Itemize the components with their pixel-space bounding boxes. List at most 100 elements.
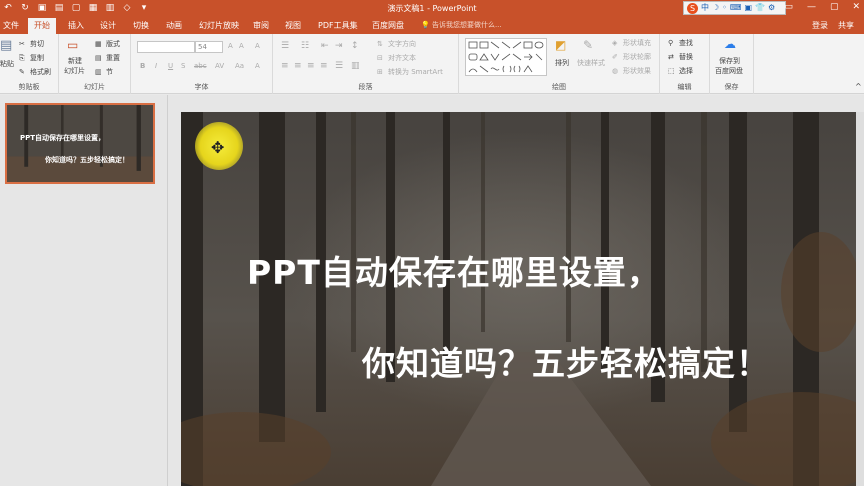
align-text-button[interactable]: ⊟ 对齐文本	[377, 53, 416, 63]
tab-pdf-tools[interactable]: PDF工具集	[318, 19, 358, 32]
copy-button[interactable]: ⎘ 复制	[19, 53, 44, 63]
title-bar: ↶ ↻ ▣ ▤ ▢ ▦ ▥ ◇ ▾ 演示文稿1 - PowerPoint S 中…	[0, 0, 864, 17]
arrange-button[interactable]: 排列	[555, 58, 569, 68]
tab-home[interactable]: 开始	[28, 18, 56, 34]
copy-icon: ⎘	[19, 54, 25, 62]
find-label: 查找	[679, 39, 693, 47]
slide-thumbnail-1[interactable]: PPT自动保存在哪里设置， 你知道吗？五步轻松搞定！	[5, 103, 155, 184]
quick-styles-button[interactable]: 快速样式	[577, 58, 605, 68]
tab-design[interactable]: 设计	[100, 19, 116, 32]
shadow-text-button[interactable]: S	[181, 62, 185, 70]
clear-format-button[interactable]: A	[255, 42, 260, 50]
shape-fill-button[interactable]: ◈ 形状填充	[612, 38, 651, 48]
slide-title-line2[interactable]: 你知道吗？五步轻松搞定！	[362, 337, 770, 385]
reset-icon: ▤	[95, 54, 102, 62]
punctuation-icon[interactable]: ◦	[722, 2, 727, 14]
font-name-combo[interactable]	[137, 41, 195, 53]
tab-insert[interactable]: 插入	[68, 19, 84, 32]
bold-button[interactable]: B	[140, 62, 145, 70]
new-slide-button[interactable]: 新建	[68, 56, 82, 66]
tab-file[interactable]: 文件	[3, 19, 19, 32]
columns-icon[interactable]: ▥	[351, 61, 360, 71]
align-text-label: 对齐文本	[388, 54, 416, 62]
scissors-icon: ✂	[19, 40, 25, 48]
paste-button[interactable]: 粘贴	[0, 59, 14, 69]
ribbon-display-icon[interactable]: ▭	[784, 2, 793, 12]
save-to-button[interactable]: 保存到	[719, 56, 740, 66]
baidu-cloud-icon[interactable]: ☁	[724, 37, 736, 51]
bullets-icon[interactable]: ☰	[281, 41, 289, 51]
replace-button[interactable]: ⇄ 替换	[668, 52, 693, 62]
format-painter-button[interactable]: ✎ 格式刷	[19, 67, 51, 77]
tab-review[interactable]: 审阅	[253, 19, 269, 32]
select-icon: ⬚	[668, 67, 675, 75]
shrink-font-button[interactable]: A	[239, 42, 244, 50]
tab-animations[interactable]: 动画	[166, 19, 182, 32]
thumbnail-background	[7, 105, 153, 182]
minimize-icon[interactable]: —	[807, 2, 816, 12]
vertical-scrollbar[interactable]	[856, 112, 864, 486]
clipboard-label: 剪贴板	[18, 83, 40, 91]
tab-transitions[interactable]: 切换	[133, 19, 149, 32]
new-slide-icon[interactable]: ▭	[67, 38, 78, 52]
section-button[interactable]: ▥ 节	[95, 67, 113, 77]
font-size-combo[interactable]: 54	[195, 41, 223, 53]
reset-button[interactable]: ▤ 重置	[95, 53, 120, 63]
drawing-group: ◩ 排列 ✎ 快速样式 ◈ 形状填充 ✐ 形状轮廓 ◍ 形状效果 绘图	[459, 34, 660, 94]
chinese-mode-icon[interactable]: 中	[701, 2, 709, 14]
align-left-icon[interactable]: ≡	[281, 61, 289, 71]
grow-font-button[interactable]: A	[228, 42, 233, 50]
moon-icon[interactable]: ☽	[712, 2, 719, 14]
select-button[interactable]: ⬚ 选择	[668, 66, 693, 76]
arrange-icon[interactable]: ◩	[555, 38, 566, 52]
decrease-indent-icon[interactable]: ⇤	[321, 41, 329, 51]
strikethrough-button[interactable]: abc	[194, 62, 207, 70]
shape-effects-button[interactable]: ◍ 形状效果	[612, 66, 651, 76]
slides-pane: PPT自动保存在哪里设置， 你知道吗？五步轻松搞定！	[0, 95, 167, 486]
slide-title-line1[interactable]: PPT自动保存在哪里设置，	[247, 246, 661, 294]
font-color-button[interactable]: A	[255, 62, 260, 70]
change-case-button[interactable]: Aa	[235, 62, 244, 70]
tell-me-search[interactable]: 💡 告诉我您想要做什么...	[421, 20, 502, 30]
collapse-ribbon-icon[interactable]: ^	[855, 82, 862, 91]
settings-icon[interactable]: ⚙	[768, 2, 775, 14]
char-spacing-button[interactable]: AV	[215, 62, 224, 70]
underline-button[interactable]: U	[168, 62, 173, 70]
editing-group: ⚲ 查找 ⇄ 替换 ⬚ 选择 编辑	[660, 34, 710, 94]
shapes-gallery-icons	[468, 41, 544, 73]
shapes-gallery[interactable]	[465, 38, 547, 76]
align-right-icon[interactable]: ≡	[307, 61, 315, 71]
tab-baidu-netdisk[interactable]: 百度网盘	[372, 19, 404, 32]
current-slide[interactable]: PPT自动保存在哪里设置， 你知道吗？五步轻松搞定！	[181, 112, 857, 486]
sogou-icon[interactable]: S	[687, 2, 698, 14]
paragraph-group: ☰ ☷ ⇤ ⇥ ↕ ≡ ≡ ≡ ≡ ☰ ▥ ⇅ 文字方向 ⊟ 对齐文本 ⊞ 转换为 S…	[273, 34, 459, 94]
cut-button[interactable]: ✂ 剪切	[19, 39, 44, 49]
paste-icon[interactable]: ▤	[0, 38, 12, 53]
layout-button[interactable]: ▦ 版式	[95, 39, 120, 49]
numbering-icon[interactable]: ☷	[301, 41, 309, 51]
shape-outline-button[interactable]: ✐ 形状轮廓	[612, 52, 651, 62]
save-to-baidu-button[interactable]: 百度网盘	[715, 66, 743, 76]
find-button[interactable]: ⚲ 查找	[668, 38, 693, 48]
layout-icon: ▦	[95, 40, 102, 48]
smartart-button[interactable]: ⊞ 转换为 SmartArt	[377, 67, 443, 77]
toolbox-icon[interactable]: ▣	[744, 2, 752, 14]
login-link[interactable]: 登录	[812, 20, 828, 31]
skin-icon[interactable]: 👕	[755, 2, 765, 14]
new-slide-button-line2[interactable]: 幻灯片	[64, 66, 85, 76]
maximize-icon[interactable]: ▢	[830, 2, 839, 12]
align-center-icon[interactable]: ≡	[294, 61, 302, 71]
close-icon[interactable]: ✕	[852, 2, 860, 12]
quick-styles-icon[interactable]: ✎	[583, 38, 593, 52]
increase-indent-icon[interactable]: ⇥	[335, 41, 343, 51]
tab-slideshow[interactable]: 幻灯片放映	[199, 19, 239, 32]
editing-label: 编辑	[677, 83, 692, 91]
share-button[interactable]: 共享	[838, 20, 854, 31]
tab-view[interactable]: 视图	[285, 19, 301, 32]
justify-icon[interactable]: ≡	[320, 61, 328, 71]
distributed-icon[interactable]: ☰	[335, 61, 343, 71]
text-direction-button[interactable]: ⇅ 文字方向	[377, 39, 416, 49]
keyboard-icon[interactable]: ⌨	[730, 2, 742, 14]
italic-button[interactable]: I	[155, 62, 157, 70]
line-spacing-icon[interactable]: ↕	[351, 41, 359, 51]
